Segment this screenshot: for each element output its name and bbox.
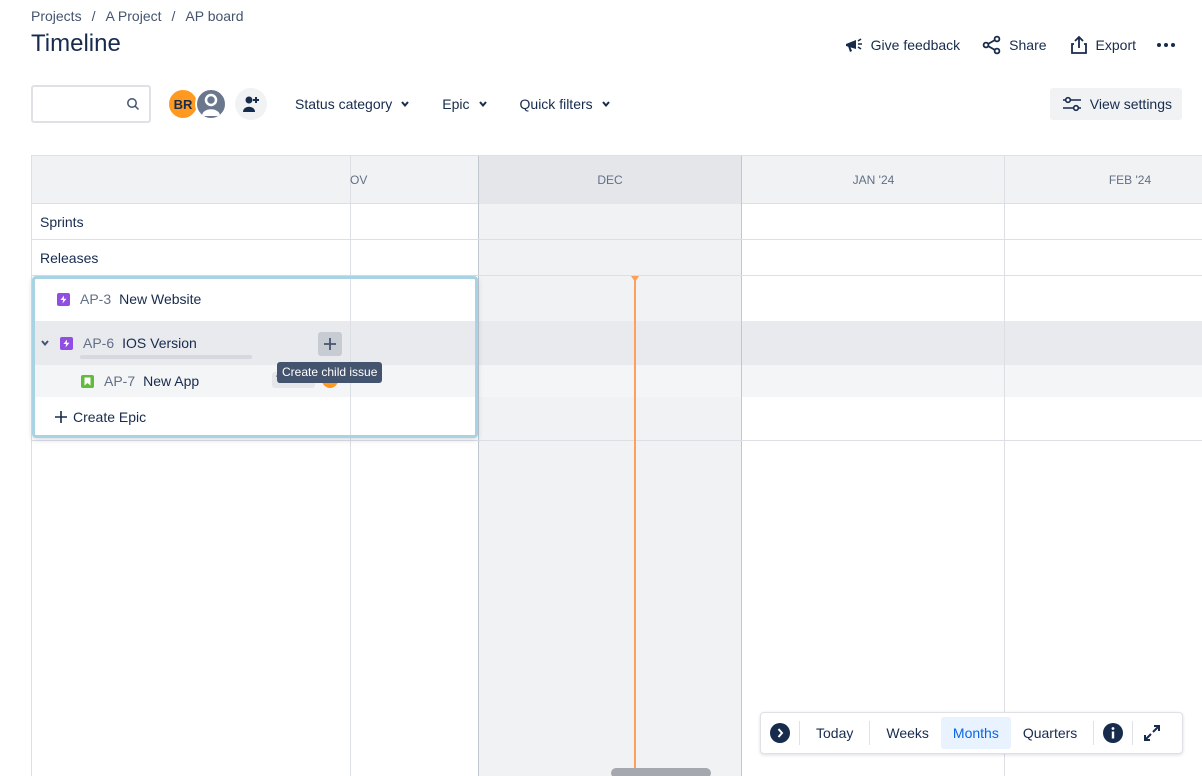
create-epic-button[interactable]: Create Epic <box>55 409 146 425</box>
filter-label: Epic <box>442 96 470 112</box>
create-child-issue-button[interactable] <box>318 332 342 356</box>
info-button[interactable] <box>1098 718 1128 748</box>
collapse-panel-button[interactable] <box>765 718 795 748</box>
chevron-down-icon <box>601 101 610 108</box>
months-button[interactable]: Months <box>940 717 1011 749</box>
share-label: Share <box>1009 37 1047 53</box>
tooltip: Create child issue <box>277 362 383 383</box>
expand-icon <box>1144 725 1161 741</box>
epic-filter[interactable]: Epic <box>438 88 491 120</box>
today-marker-line <box>634 276 636 776</box>
add-user-icon <box>243 96 259 112</box>
breadcrumb-board[interactable]: AP board <box>185 8 243 24</box>
epic-list-panel: AP-3 New Website AP-6 IOS Version AP-7 N… <box>32 276 478 438</box>
give-feedback-label: Give feedback <box>870 37 961 53</box>
fullscreen-button[interactable] <box>1137 718 1167 748</box>
breadcrumb-separator: / <box>171 8 176 24</box>
search-box <box>31 85 151 123</box>
today-button[interactable]: Today <box>804 717 865 749</box>
sliders-icon <box>1062 96 1081 112</box>
month-label-dec: DEC <box>597 173 623 187</box>
month-divider <box>1004 156 1005 776</box>
row-divider <box>32 440 1202 441</box>
breadcrumb-project[interactable]: A Project <box>105 8 161 24</box>
weeks-button[interactable]: Weeks <box>874 717 941 749</box>
create-epic-label: Create Epic <box>73 409 147 425</box>
timeline-grid: OV DEC JAN '24 FEB '24 Sprints Releases <box>31 155 1202 776</box>
chevron-down-icon[interactable] <box>40 338 50 348</box>
plus-icon <box>324 338 336 350</box>
row-divider <box>32 239 1202 240</box>
chevron-down-icon <box>478 101 487 108</box>
plus-icon <box>55 411 67 423</box>
search-input[interactable] <box>33 87 121 121</box>
more-actions-button[interactable] <box>1150 30 1182 60</box>
filter-label: Status category <box>295 96 393 112</box>
epic-icon <box>60 336 73 350</box>
issue-row-ap-6[interactable]: AP-6 IOS Version <box>40 335 475 351</box>
month-label-jan: JAN '24 <box>852 173 895 187</box>
quick-filters[interactable]: Quick filters <box>516 88 615 120</box>
export-label: Export <box>1095 37 1136 53</box>
issue-row-ap-3[interactable]: AP-3 New Website <box>57 291 475 307</box>
chevron-down-icon <box>401 101 410 108</box>
list-pane-divider[interactable] <box>350 156 351 776</box>
export-button[interactable]: Export <box>1061 30 1144 60</box>
share-icon <box>982 35 1001 55</box>
current-month-column <box>478 156 742 776</box>
epic-icon <box>57 292 70 306</box>
chevron-right-circle-icon <box>770 723 790 743</box>
horizontal-scrollbar[interactable] <box>611 768 711 776</box>
avatar-group: BR <box>167 88 227 120</box>
breadcrumb-separator: / <box>91 8 96 24</box>
megaphone-icon <box>845 38 862 52</box>
month-label-nov: OV <box>350 173 368 187</box>
issue-key[interactable]: AP-6 <box>83 335 114 351</box>
filter-label: Quick filters <box>519 96 593 112</box>
breadcrumb-projects[interactable]: Projects <box>31 8 82 24</box>
issue-summary[interactable]: IOS Version <box>122 335 197 351</box>
today-marker-icon <box>631 276 639 282</box>
divider <box>1093 721 1095 745</box>
user-icon <box>202 93 220 116</box>
releases-row-label[interactable]: Releases <box>40 250 98 266</box>
search-icon <box>127 98 140 111</box>
avatar[interactable] <box>195 88 227 120</box>
divider <box>1132 721 1134 745</box>
divider <box>799 721 800 745</box>
export-icon <box>1070 35 1087 54</box>
breadcrumb: Projects / A Project / AP board <box>31 8 244 24</box>
story-icon <box>81 374 94 388</box>
issue-summary[interactable]: New App <box>143 373 199 389</box>
quarters-button[interactable]: Quarters <box>1011 717 1089 749</box>
header-actions: Give feedback Share Export <box>836 30 1182 60</box>
more-icon <box>1157 43 1175 47</box>
issue-key[interactable]: AP-7 <box>104 373 135 389</box>
info-icon <box>1103 723 1124 743</box>
issue-summary[interactable]: New Website <box>119 291 201 307</box>
issue-key[interactable]: AP-3 <box>80 291 111 307</box>
month-divider <box>478 156 479 776</box>
month-divider <box>741 156 742 776</box>
add-people-button[interactable] <box>235 88 267 120</box>
view-settings-label: View settings <box>1089 96 1172 112</box>
month-label-feb: FEB '24 <box>1108 173 1152 187</box>
status-category-filter[interactable]: Status category <box>291 88 414 120</box>
avatar-initials: BR <box>173 96 193 112</box>
page-title: Timeline <box>31 30 121 57</box>
share-button[interactable]: Share <box>974 30 1054 60</box>
give-feedback-button[interactable]: Give feedback <box>836 30 969 60</box>
sprints-row-label[interactable]: Sprints <box>40 214 84 230</box>
toolbar: BR Status category Epic Quick filters Vi… <box>31 84 1182 124</box>
epic-progress-bar <box>80 355 252 359</box>
divider <box>869 721 871 745</box>
timeline-zoom-controls: Today Weeks Months Quarters <box>760 712 1183 754</box>
view-settings-button[interactable]: View settings <box>1049 88 1182 120</box>
